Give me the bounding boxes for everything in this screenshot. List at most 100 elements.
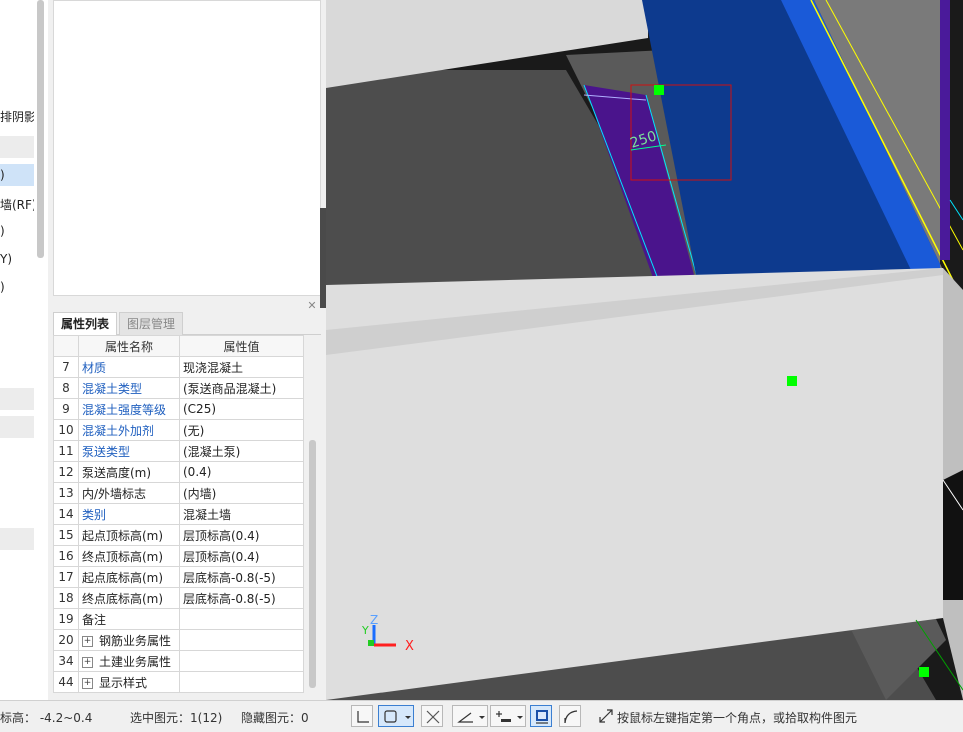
property-row[interactable]: 7 材质 现浇混凝土 bbox=[53, 356, 304, 378]
property-value[interactable] bbox=[179, 608, 304, 630]
tree-item[interactable]: 排阴影 bbox=[0, 108, 34, 125]
y-axis-label: Y bbox=[361, 624, 369, 637]
3d-viewport[interactable]: 250 Z Y X bbox=[326, 0, 963, 700]
property-value[interactable]: (内墙) bbox=[179, 482, 304, 504]
property-row[interactable]: 19 备注 bbox=[53, 608, 304, 630]
offset-button[interactable] bbox=[490, 705, 526, 727]
tab-layers[interactable]: 图层管理 bbox=[119, 312, 184, 335]
property-row[interactable]: 16 终点顶标高(m) 层顶标高(0.4) bbox=[53, 545, 304, 567]
property-value[interactable]: 层底标高-0.8(-5) bbox=[179, 587, 304, 609]
property-row[interactable]: 14 类别 混凝土墙 bbox=[53, 503, 304, 525]
tree-item[interactable]: ) bbox=[0, 280, 34, 294]
property-name: 内/外墙标志 bbox=[78, 482, 180, 504]
property-value[interactable] bbox=[179, 629, 304, 651]
property-value[interactable]: 混凝土墙 bbox=[179, 503, 304, 525]
header-index bbox=[53, 335, 79, 357]
property-name[interactable]: + 显示样式 bbox=[78, 671, 180, 693]
property-row[interactable]: 8 混凝土类型 (泵送商品混凝土) bbox=[53, 377, 304, 399]
property-value[interactable]: (无) bbox=[179, 419, 304, 441]
property-row[interactable]: 13 内/外墙标志 (内墙) bbox=[53, 482, 304, 504]
property-name: 起点底标高(m) bbox=[78, 566, 180, 588]
arc-button[interactable] bbox=[559, 705, 581, 727]
tree-band bbox=[0, 528, 34, 550]
property-row[interactable]: 34 + 土建业务属性 bbox=[53, 650, 304, 672]
property-row[interactable]: 44 + 显示样式 bbox=[53, 671, 304, 693]
row-index: 8 bbox=[53, 377, 79, 399]
ortho-button[interactable] bbox=[351, 705, 373, 727]
snap-box-icon bbox=[384, 710, 411, 723]
property-value[interactable]: 现浇混凝土 bbox=[179, 356, 304, 378]
property-value[interactable]: 层顶标高(0.4) bbox=[179, 524, 304, 546]
cross-select-button[interactable] bbox=[421, 705, 443, 727]
tree-band bbox=[0, 136, 34, 158]
property-name: 终点底标高(m) bbox=[78, 587, 180, 609]
row-index: 15 bbox=[53, 524, 79, 546]
property-name-text: 备注 bbox=[82, 612, 107, 627]
property-name: 类别 bbox=[78, 503, 180, 525]
property-row[interactable]: 11 泵送类型 (混凝土泵) bbox=[53, 440, 304, 462]
property-tab-bar: 属性列表 图层管理 bbox=[53, 312, 321, 335]
property-row[interactable]: 20 + 钢筋业务属性 bbox=[53, 629, 304, 651]
property-row[interactable]: 18 终点底标高(m) 层底标高-0.8(-5) bbox=[53, 587, 304, 609]
row-index: 17 bbox=[53, 566, 79, 588]
row-index: 13 bbox=[53, 482, 79, 504]
resize-arrow-icon bbox=[599, 709, 613, 723]
display-toggle-button[interactable] bbox=[530, 705, 552, 727]
property-value[interactable]: (C25) bbox=[179, 398, 304, 420]
property-name-text: 起点顶标高(m) bbox=[82, 528, 164, 543]
property-row[interactable]: 17 起点底标高(m) 层底标高-0.8(-5) bbox=[53, 566, 304, 588]
property-name: 泵送高度(m) bbox=[78, 461, 180, 483]
3d-scene[interactable]: 250 Z Y X bbox=[326, 0, 963, 700]
property-value[interactable] bbox=[179, 650, 304, 672]
left-scrollbar[interactable] bbox=[37, 0, 44, 258]
property-value[interactable] bbox=[179, 671, 304, 693]
snap-mode-button[interactable] bbox=[378, 705, 414, 727]
property-value[interactable]: 层底标高-0.8(-5) bbox=[179, 566, 304, 588]
expand-icon[interactable]: + bbox=[82, 635, 93, 647]
tree-item[interactable]: 墙(RF) bbox=[0, 196, 34, 213]
property-row[interactable]: 15 起点顶标高(m) 层顶标高(0.4) bbox=[53, 524, 304, 546]
property-name-text: 混凝土类型 bbox=[82, 381, 143, 396]
selected-count: 选中图元：1(12) bbox=[130, 711, 223, 725]
expand-icon[interactable]: + bbox=[82, 677, 93, 689]
component-list-panel bbox=[53, 0, 321, 296]
property-row[interactable]: 9 混凝土强度等级 (C25) bbox=[53, 398, 304, 420]
row-index: 20 bbox=[53, 629, 79, 651]
offset-icon bbox=[496, 711, 523, 722]
property-name[interactable]: + 土建业务属性 bbox=[78, 650, 180, 672]
row-index: 11 bbox=[53, 440, 79, 462]
grip-point bbox=[654, 85, 664, 95]
property-name-text: 显示样式 bbox=[99, 675, 148, 690]
tree-item-selected[interactable]: ) bbox=[0, 164, 34, 186]
property-name-text: 泵送高度(m) bbox=[82, 465, 152, 480]
tree-item[interactable]: Y) bbox=[0, 252, 34, 266]
row-index: 10 bbox=[53, 419, 79, 441]
property-name: 混凝土类型 bbox=[78, 377, 180, 399]
property-value[interactable]: (混凝土泵) bbox=[179, 440, 304, 462]
x-axis-label: X bbox=[405, 639, 414, 654]
row-index: 34 bbox=[53, 650, 79, 672]
property-value[interactable]: (泵送商品混凝土) bbox=[179, 377, 304, 399]
property-scrollbar[interactable] bbox=[309, 440, 316, 688]
close-icon[interactable]: ✕ bbox=[305, 300, 319, 312]
angle-button[interactable] bbox=[452, 705, 488, 727]
property-name: 混凝土外加剂 bbox=[78, 419, 180, 441]
property-name-text: 类别 bbox=[82, 507, 107, 522]
property-name: 起点顶标高(m) bbox=[78, 524, 180, 546]
property-value[interactable]: 层顶标高(0.4) bbox=[179, 545, 304, 567]
property-name[interactable]: + 钢筋业务属性 bbox=[78, 629, 180, 651]
property-value[interactable]: (0.4) bbox=[179, 461, 304, 483]
property-name-text: 混凝土外加剂 bbox=[82, 423, 155, 438]
tab-properties[interactable]: 属性列表 bbox=[53, 312, 118, 335]
row-index: 9 bbox=[53, 398, 79, 420]
tree-item[interactable]: ) bbox=[0, 224, 34, 238]
grip-point bbox=[787, 376, 797, 386]
property-name-text: 终点顶标高(m) bbox=[82, 549, 164, 564]
property-name-text: 泵送类型 bbox=[82, 444, 131, 459]
left-tree-panel: 排阴影 ) 墙(RF) ) Y) ) bbox=[0, 0, 48, 700]
property-row[interactable]: 12 泵送高度(m) (0.4) bbox=[53, 461, 304, 483]
cross-icon bbox=[426, 710, 440, 724]
arc-icon bbox=[564, 710, 578, 724]
expand-icon[interactable]: + bbox=[82, 656, 93, 668]
property-row[interactable]: 10 混凝土外加剂 (无) bbox=[53, 419, 304, 441]
